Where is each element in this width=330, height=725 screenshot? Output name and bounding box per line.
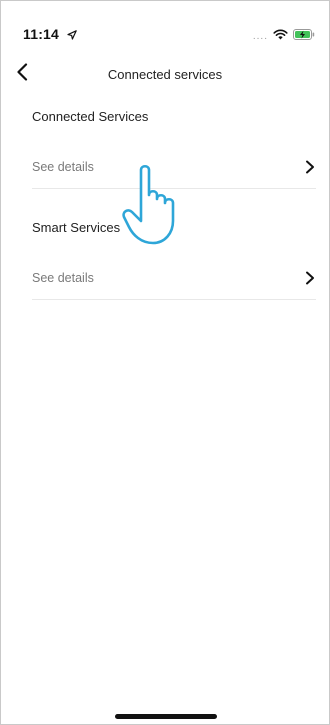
smart-services-see-details-row[interactable]: See details	[32, 259, 316, 300]
home-indicator	[115, 714, 217, 719]
status-time-text: 11:14	[23, 26, 60, 42]
section-heading-smart-services: Smart Services	[32, 220, 121, 235]
signal-dots-icon: ....	[252, 31, 268, 42]
location-arrow-icon	[67, 27, 77, 43]
page-title: Connected services	[107, 67, 223, 82]
chevron-right-icon	[304, 160, 316, 174]
chevron-right-icon	[304, 271, 316, 285]
status-time: 11:14	[23, 26, 77, 43]
status-indicators: ....	[253, 27, 315, 45]
row-label: See details	[32, 160, 94, 174]
wifi-icon	[273, 27, 288, 45]
connected-services-see-details-row[interactable]: See details	[32, 148, 316, 189]
section-heading-connected-services: Connected Services	[32, 109, 149, 124]
navigation-bar: Connected services	[1, 59, 329, 91]
phone-screen: 11:14 .... Connected services Connected …	[0, 0, 330, 725]
row-label: See details	[32, 271, 94, 285]
battery-charging-icon	[293, 27, 315, 45]
status-bar: 11:14 ....	[1, 1, 329, 53]
